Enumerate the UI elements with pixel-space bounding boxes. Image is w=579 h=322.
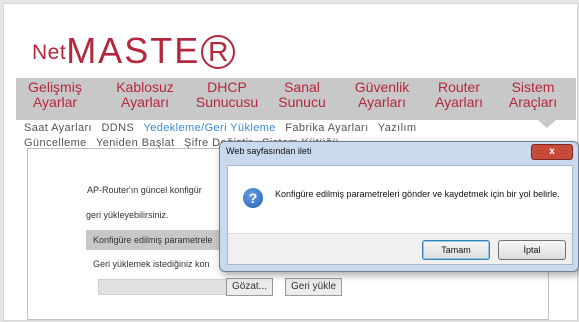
nav-item-router-ayarlari[interactable]: Router Ayarları <box>426 80 492 110</box>
nav-label-line2: Araçları <box>508 94 558 110</box>
message-dialog: Web sayfasından ileti x ? Konfigüre edil… <box>219 141 579 272</box>
nav-label-line2: Ayarları <box>358 94 406 110</box>
dialog-close-button[interactable]: x <box>531 144 573 160</box>
dialog-titlebar: Web sayfasından ileti x <box>220 142 578 164</box>
netmaster-logo: Net MASTE R <box>32 29 236 71</box>
nav-item-gelismis-ayarlar[interactable]: Gelişmiş Ayarlar <box>22 80 88 110</box>
nav-item-dhcp-sunucusu[interactable]: DHCP Sunucusu <box>190 80 264 110</box>
nav-label-line2: Ayarlar <box>32 94 78 110</box>
subnav-fabrika-ayarlari[interactable]: Fabrika Ayarları <box>285 122 368 134</box>
subnav-saat-ayarlari[interactable]: Saat Ayarları <box>24 122 92 134</box>
intro-text-continued: geri yükleyebilirsiniz. <box>86 210 169 220</box>
ok-button[interactable]: Tamam <box>422 240 490 260</box>
nav-item-sistem-araclari[interactable]: Sistem Araçları <box>498 80 568 110</box>
cancel-button[interactable]: İptal <box>498 240 566 260</box>
nav-label-line2: Ayarları <box>121 94 169 110</box>
nav-item-kablosuz-ayarlari[interactable]: Kablosuz Ayarları <box>109 80 181 110</box>
nav-label-line1: Kablosuz <box>116 79 174 95</box>
nav-item-sanal-sunucu[interactable]: Sanal Sunucu <box>268 80 336 110</box>
nav-label-line2: Sunucu <box>278 94 326 110</box>
nav-label-line1: DHCP <box>207 79 247 95</box>
dialog-message: Konfigüre edilmiş parametreleri gönder v… <box>275 189 560 199</box>
nav-label-line2: Ayarları <box>435 94 483 110</box>
dialog-button-bar: Tamam İptal <box>228 233 572 264</box>
nav-label-line1: Gelişmiş <box>28 79 82 95</box>
dialog-title: Web sayfasından ileti <box>226 146 312 156</box>
browse-button[interactable]: Gözat... <box>226 278 274 296</box>
restore-button[interactable]: Geri yükle <box>285 278 343 296</box>
nav-label-line1: Sanal <box>284 79 320 95</box>
question-icon: ? <box>243 188 263 208</box>
restore-instruction: Geri yüklemek istediğiniz kon <box>93 259 210 269</box>
nav-label-line1: Güvenlik <box>354 79 410 95</box>
main-nav: Gelişmiş Ayarlar Kablosuz Ayarları DHCP … <box>16 78 576 120</box>
nav-label-line2: Sunucusu <box>195 94 259 110</box>
logo-master: MASTE <box>66 30 201 71</box>
intro-text: AP-Router'ın güncel konfigür <box>87 185 202 195</box>
nav-label-line1: Sistem <box>511 79 555 95</box>
nav-item-guvenlik-ayarlari[interactable]: Güvenlik Ayarları <box>343 80 421 110</box>
logo-circled-r: R <box>201 35 236 69</box>
active-nav-pointer <box>538 120 556 128</box>
dialog-body: ? Konfigüre edilmiş parametreleri gönder… <box>227 165 573 265</box>
subnav-ddns[interactable]: DDNS <box>101 122 134 134</box>
logo-net: Net <box>32 41 67 64</box>
subnav-yedekleme-geri-yukleme[interactable]: Yedekleme/Geri Yükleme <box>144 122 276 134</box>
nav-label-line1: Router <box>437 79 481 95</box>
